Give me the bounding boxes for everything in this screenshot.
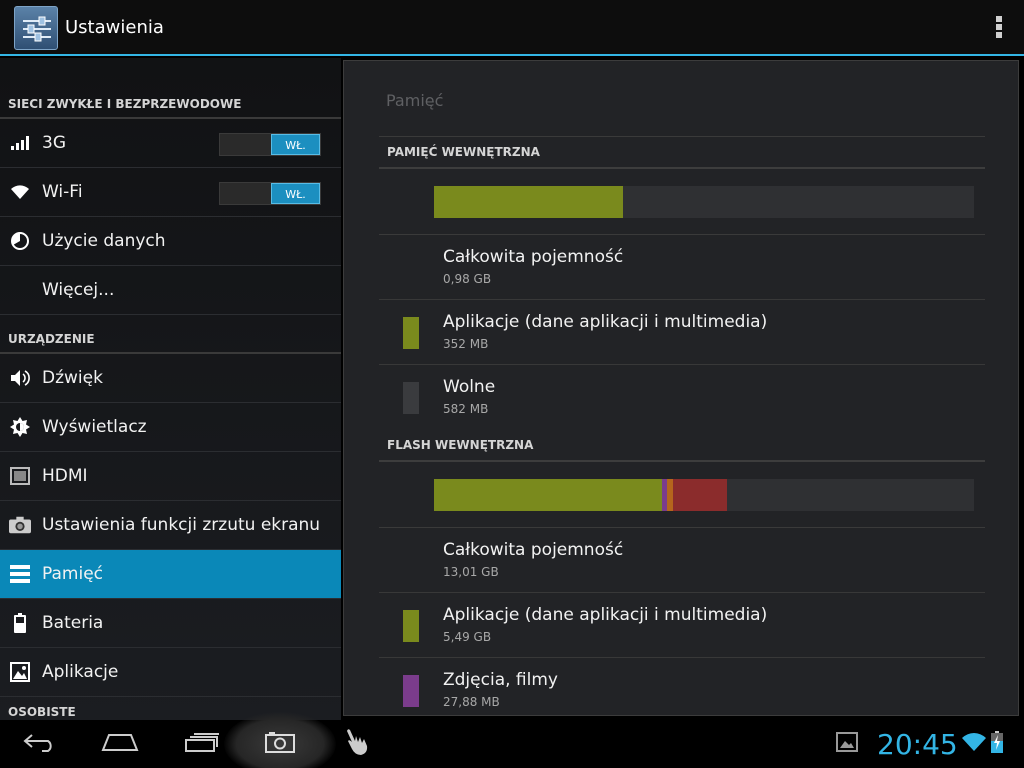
sidebar-item-data-usage[interactable]: Użycie danych — [0, 217, 341, 266]
sidebar-item-label: Aplikacje — [42, 662, 119, 682]
usage-segment-aplikacje — [434, 186, 623, 218]
speaker-icon — [9, 367, 31, 389]
home-button[interactable] — [100, 728, 140, 760]
wifi-toggle[interactable]: WŁ. — [219, 182, 321, 205]
recent-apps-icon — [184, 732, 220, 756]
row-value: 582 MB — [443, 402, 489, 416]
wifi-icon — [9, 181, 31, 203]
internal-free-row[interactable]: Wolne 582 MB — [379, 365, 985, 430]
sidebar-item-label: Użycie danych — [42, 231, 166, 251]
recent-apps-button[interactable] — [182, 728, 222, 760]
wifi-status — [960, 728, 988, 760]
flash-total-row[interactable]: Całkowita pojemność 13,01 GB — [379, 528, 985, 593]
data-usage-icon — [9, 230, 31, 252]
hdmi-icon — [9, 465, 31, 487]
row-title: Zdjęcia, filmy — [443, 670, 558, 690]
row-value: 0,98 GB — [443, 272, 492, 286]
sidebar-item-label: Pamięć — [42, 564, 103, 584]
system-bar: 20:45 — [0, 712, 1024, 768]
sidebar-item-label: 3G — [42, 133, 66, 153]
settings-sidebar: SIECI ZWYKŁE I BEZPRZEWODOWE 3G WŁ. Wi-F… — [0, 58, 341, 720]
usage-segment-other-b — [672, 479, 727, 511]
flash-photos-row[interactable]: Zdjęcia, filmy 27,88 MB — [379, 658, 985, 715]
sidebar-item-sound[interactable]: Dźwięk — [0, 354, 341, 403]
photos-swatch — [403, 675, 419, 707]
action-bar: Ustawienia — [0, 0, 1024, 56]
battery-icon — [9, 612, 31, 634]
sidebar-item-more[interactable]: Więcej... — [0, 266, 341, 315]
settings-app-icon[interactable] — [14, 6, 58, 50]
sidebar-item-battery[interactable]: Bateria — [0, 599, 341, 648]
row-value: 13,01 GB — [443, 565, 499, 579]
back-icon — [22, 732, 58, 756]
sidebar-item-3g[interactable]: 3G WŁ. — [0, 119, 341, 168]
camera-icon — [264, 731, 296, 757]
free-swatch — [403, 382, 419, 414]
panel-title: Pamięć — [386, 91, 444, 110]
internal-storage-header: PAMIĘĆ WEWNĘTRZNA — [379, 137, 985, 169]
flash-apps-row[interactable]: Aplikacje (dane aplikacji i multimedia) … — [379, 593, 985, 658]
clock: 20:45 — [877, 728, 958, 761]
overflow-menu-icon[interactable] — [994, 16, 1004, 42]
wifi-icon — [961, 732, 987, 756]
flash-usage-bar — [434, 479, 974, 511]
sidebar-item-label: Wi-Fi — [42, 182, 83, 202]
section-header-wireless: SIECI ZWYKŁE I BEZPRZEWODOWE — [0, 58, 341, 119]
internal-total-row[interactable]: Całkowita pojemność 0,98 GB — [379, 235, 985, 300]
internal-usage-bar — [434, 186, 974, 218]
row-value: 27,88 MB — [443, 695, 500, 709]
image-icon — [836, 732, 858, 756]
brightness-icon — [9, 416, 31, 438]
section-header-device: URZĄDZENIE — [0, 315, 341, 354]
home-icon — [101, 733, 139, 755]
apps-swatch — [403, 317, 419, 349]
3g-toggle[interactable]: WŁ. — [219, 133, 321, 156]
sidebar-item-label: Więcej... — [42, 280, 115, 300]
sidebar-item-storage[interactable]: Pamięć — [0, 550, 341, 599]
signal-icon — [9, 132, 31, 154]
toggle-on-label: WŁ. — [271, 134, 320, 155]
sidebar-item-label: Wyświetlacz — [42, 417, 147, 437]
touch-gesture-button[interactable] — [343, 728, 375, 760]
sidebar-item-apps[interactable]: Aplikacje — [0, 648, 341, 697]
row-title: Aplikacje (dane aplikacji i multimedia) — [443, 605, 768, 625]
row-title: Aplikacje (dane aplikacji i multimedia) — [443, 312, 768, 332]
sidebar-item-label: Ustawienia funkcji zrzutu ekranu — [42, 515, 321, 535]
toggle-on-label: WŁ. — [271, 183, 320, 204]
sidebar-item-label: HDMI — [42, 466, 88, 486]
sidebar-item-label: Bateria — [42, 613, 104, 633]
battery-status — [990, 728, 1004, 760]
row-value: 5,49 GB — [443, 630, 492, 644]
gallery-notification[interactable] — [835, 728, 859, 760]
storage-panel: Pamięć PAMIĘĆ WEWNĘTRZNA Całkowita pojem… — [343, 60, 1019, 716]
row-title: Całkowita pojemność — [443, 247, 624, 267]
apps-icon — [9, 661, 31, 683]
apps-swatch — [403, 610, 419, 642]
sidebar-item-screenshot-settings[interactable]: Ustawienia funkcji zrzutu ekranu — [0, 501, 341, 550]
row-value: 352 MB — [443, 337, 489, 351]
usage-segment-aplikacje — [434, 479, 662, 511]
internal-apps-row[interactable]: Aplikacje (dane aplikacji i multimedia) … — [379, 300, 985, 365]
hand-pointer-icon — [344, 727, 374, 761]
sidebar-item-label: Dźwięk — [42, 368, 103, 388]
back-button[interactable] — [20, 728, 60, 760]
flash-storage-header: FLASH WEWNĘTRZNA — [379, 430, 985, 462]
battery-charging-icon — [991, 731, 1003, 757]
camera-icon — [9, 514, 31, 536]
row-title: Całkowita pojemność — [443, 540, 624, 560]
screenshot-button[interactable] — [262, 728, 298, 760]
sidebar-item-hdmi[interactable]: HDMI — [0, 452, 341, 501]
sidebar-item-wifi[interactable]: Wi-Fi WŁ. — [0, 168, 341, 217]
storage-icon — [9, 563, 31, 585]
row-title: Wolne — [443, 377, 496, 397]
app-title: Ustawienia — [65, 17, 164, 38]
sidebar-item-display[interactable]: Wyświetlacz — [0, 403, 341, 452]
